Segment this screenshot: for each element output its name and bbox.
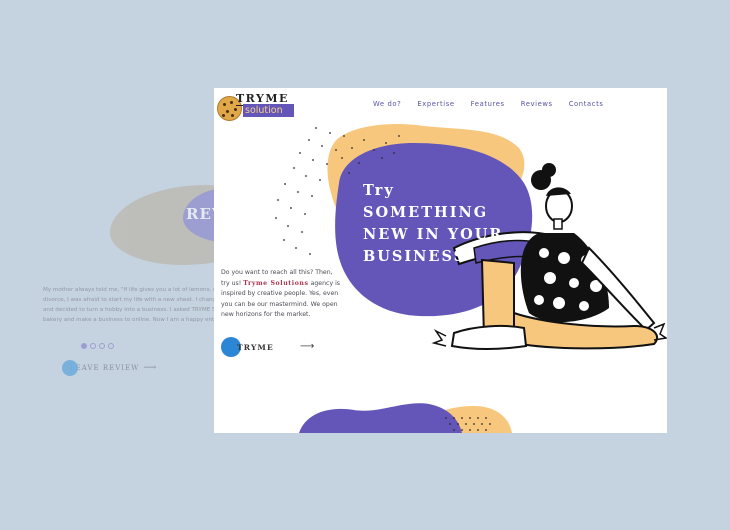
- hero-headline: Try something new in your business: [363, 180, 513, 268]
- pagination-dot-2[interactable]: [90, 343, 96, 349]
- headline-line: something: [363, 204, 489, 221]
- leave-review-label: LEAVE REVIEW: [70, 364, 140, 372]
- circle-icon: [62, 360, 78, 376]
- testimonial-line: and decided to turn a hobby into a busin…: [43, 307, 216, 313]
- main-nav: We do? Expertise Features Reviews Contac…: [373, 100, 603, 108]
- testimonial-line: divorce, I was afraid to start my life w…: [43, 297, 224, 303]
- testimonial-line: bakery and make a business to online. No…: [43, 317, 226, 323]
- review-testimonial: My mother always told me, "If life gives…: [43, 285, 243, 325]
- leave-review-button[interactable]: LEAVE REVIEW ⟶: [62, 360, 157, 376]
- nav-expertise[interactable]: Expertise: [417, 100, 454, 108]
- arrow-right-icon: ⟶: [143, 363, 158, 373]
- nav-reviews[interactable]: Reviews: [521, 100, 553, 108]
- nav-contacts[interactable]: Contacts: [569, 100, 604, 108]
- headline-line: business: [363, 248, 467, 265]
- pagination-dot-4[interactable]: [108, 343, 114, 349]
- headline-line: Try: [363, 182, 395, 199]
- bottom-purple-blob: [299, 403, 462, 433]
- brand-name: Tryme Solutions: [243, 279, 309, 287]
- pagination-dot-1[interactable]: [81, 343, 87, 349]
- tryme-cta-button[interactable]: TRYME ⟶: [221, 337, 321, 359]
- nav-features[interactable]: Features: [471, 100, 505, 108]
- logo[interactable]: TRYME solution: [217, 92, 297, 121]
- testimonial-line: My mother always told me, "If life gives…: [43, 287, 229, 293]
- arrow-right-icon: ⟶: [300, 341, 315, 352]
- cta-label: TRYME: [237, 343, 274, 352]
- hero-description: Do you want to reach all this? Then, try…: [221, 269, 341, 318]
- pagination-dot-3[interactable]: [99, 343, 105, 349]
- review-pagination: [81, 343, 114, 349]
- logo-subtitle: solution: [243, 104, 294, 117]
- nav-we-do[interactable]: We do?: [373, 100, 401, 108]
- headline-line: new in your: [363, 226, 504, 243]
- landing-page-window: TRYME solution We do? Expertise Features…: [214, 88, 667, 433]
